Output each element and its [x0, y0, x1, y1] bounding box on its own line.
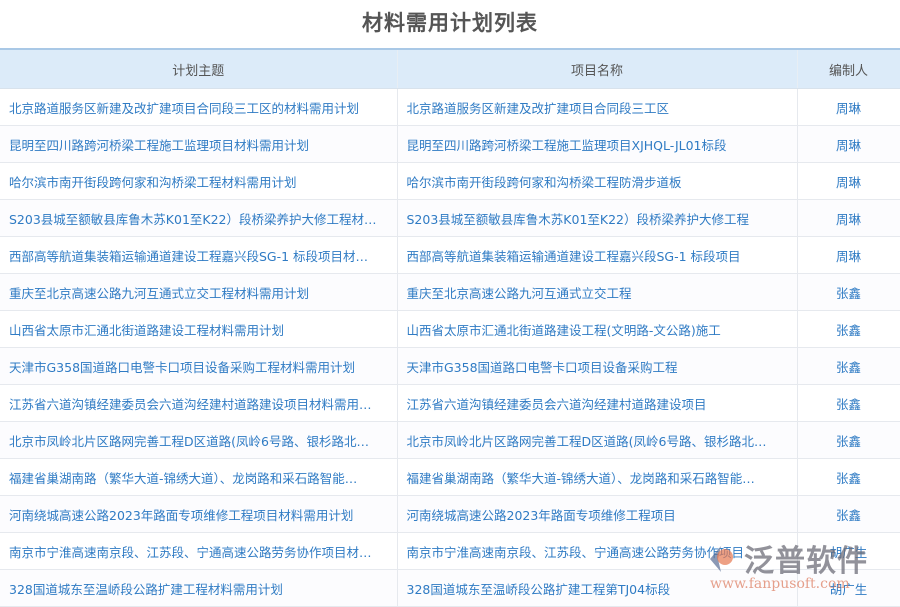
- cell-author[interactable]: 张鑫: [797, 348, 900, 385]
- cell-author[interactable]: 张鑫: [797, 274, 900, 311]
- cell-author[interactable]: 胡广生: [797, 570, 900, 607]
- cell-project-name[interactable]: S203县城至额敏县库鲁木苏K01至K22）段桥梁养护大修工程: [397, 200, 797, 237]
- cell-project-name[interactable]: 重庆至北京高速公路九河互通式立交工程: [397, 274, 797, 311]
- cell-project-name[interactable]: 天津市G358国道路口电警卡口项目设备采购工程: [397, 348, 797, 385]
- table-row[interactable]: 福建省巢湖南路（繁华大道-锦绣大道）、龙岗路和采石路智能…福建省巢湖南路（繁华大…: [0, 459, 900, 496]
- cell-plan-subject[interactable]: 哈尔滨市南开街段跨何家和沟桥梁工程材料需用计划: [0, 163, 397, 200]
- cell-author[interactable]: 周琳: [797, 200, 900, 237]
- cell-plan-subject[interactable]: 昆明至四川路跨河桥梁工程施工监理项目材料需用计划: [0, 126, 397, 163]
- column-header-project[interactable]: 项目名称: [397, 49, 797, 89]
- table-header-row: 计划主题 项目名称 编制人: [0, 49, 900, 89]
- cell-plan-subject[interactable]: S203县城至额敏县库鲁木苏K01至K22）段桥梁养护大修工程材…: [0, 200, 397, 237]
- table-row[interactable]: 南京市宁淮高速南京段、江苏段、宁通高速公路劳务协作项目材…南京市宁淮高速南京段、…: [0, 533, 900, 570]
- cell-plan-subject[interactable]: 西部高等航道集装箱运输通道建设工程嘉兴段SG-1 标段项目材…: [0, 237, 397, 274]
- cell-author[interactable]: 张鑫: [797, 459, 900, 496]
- cell-author[interactable]: 胡广生: [797, 533, 900, 570]
- cell-author[interactable]: 周琳: [797, 237, 900, 274]
- cell-plan-subject[interactable]: 328国道城东至温峤段公路扩建工程材料需用计划: [0, 570, 397, 607]
- cell-project-name[interactable]: 北京市凤岭北片区路网完善工程D区道路(凤岭6号路、银杉路北…: [397, 422, 797, 459]
- cell-author[interactable]: 张鑫: [797, 311, 900, 348]
- cell-plan-subject[interactable]: 北京路道服务区新建及改扩建项目合同段三工区的材料需用计划: [0, 89, 397, 126]
- table-row[interactable]: 江苏省六道沟镇经建委员会六道沟经建村道路建设项目材料需用…江苏省六道沟镇经建委员…: [0, 385, 900, 422]
- cell-author[interactable]: 张鑫: [797, 496, 900, 533]
- cell-project-name[interactable]: 江苏省六道沟镇经建委员会六道沟经建村道路建设项目: [397, 385, 797, 422]
- cell-plan-subject[interactable]: 福建省巢湖南路（繁华大道-锦绣大道）、龙岗路和采石路智能…: [0, 459, 397, 496]
- cell-plan-subject[interactable]: 江苏省六道沟镇经建委员会六道沟经建村道路建设项目材料需用…: [0, 385, 397, 422]
- cell-author[interactable]: 周琳: [797, 126, 900, 163]
- column-header-subject[interactable]: 计划主题: [0, 49, 397, 89]
- cell-project-name[interactable]: 西部高等航道集装箱运输通道建设工程嘉兴段SG-1 标段项目: [397, 237, 797, 274]
- cell-author[interactable]: 张鑫: [797, 385, 900, 422]
- material-plan-table: 计划主题 项目名称 编制人 北京路道服务区新建及改扩建项目合同段三工区的材料需用…: [0, 48, 900, 607]
- table-row[interactable]: 重庆至北京高速公路九河互通式立交工程材料需用计划重庆至北京高速公路九河互通式立交…: [0, 274, 900, 311]
- cell-author[interactable]: 周琳: [797, 163, 900, 200]
- cell-project-name[interactable]: 哈尔滨市南开街段跨何家和沟桥梁工程防滑步道板: [397, 163, 797, 200]
- cell-author[interactable]: 周琳: [797, 89, 900, 126]
- cell-project-name[interactable]: 南京市宁淮高速南京段、江苏段、宁通高速公路劳务协作项目: [397, 533, 797, 570]
- cell-plan-subject[interactable]: 北京市凤岭北片区路网完善工程D区道路(凤岭6号路、银杉路北…: [0, 422, 397, 459]
- cell-project-name[interactable]: 山西省太原市汇通北街道路建设工程(文明路-文公路)施工: [397, 311, 797, 348]
- cell-plan-subject[interactable]: 河南绕城高速公路2023年路面专项维修工程项目材料需用计划: [0, 496, 397, 533]
- table-row[interactable]: 山西省太原市汇通北街道路建设工程材料需用计划山西省太原市汇通北街道路建设工程(文…: [0, 311, 900, 348]
- table-row[interactable]: 328国道城东至温峤段公路扩建工程材料需用计划328国道城东至温峤段公路扩建工程…: [0, 570, 900, 607]
- table-row[interactable]: 哈尔滨市南开街段跨何家和沟桥梁工程材料需用计划哈尔滨市南开街段跨何家和沟桥梁工程…: [0, 163, 900, 200]
- table-row[interactable]: 河南绕城高速公路2023年路面专项维修工程项目材料需用计划河南绕城高速公路202…: [0, 496, 900, 533]
- table-row[interactable]: 昆明至四川路跨河桥梁工程施工监理项目材料需用计划昆明至四川路跨河桥梁工程施工监理…: [0, 126, 900, 163]
- cell-plan-subject[interactable]: 南京市宁淮高速南京段、江苏段、宁通高速公路劳务协作项目材…: [0, 533, 397, 570]
- cell-project-name[interactable]: 昆明至四川路跨河桥梁工程施工监理项目XJHQL-JL01标段: [397, 126, 797, 163]
- cell-plan-subject[interactable]: 天津市G358国道路口电警卡口项目设备采购工程材料需用计划: [0, 348, 397, 385]
- table-row[interactable]: S203县城至额敏县库鲁木苏K01至K22）段桥梁养护大修工程材…S203县城至…: [0, 200, 900, 237]
- table-row[interactable]: 北京市凤岭北片区路网完善工程D区道路(凤岭6号路、银杉路北…北京市凤岭北片区路网…: [0, 422, 900, 459]
- table-row[interactable]: 天津市G358国道路口电警卡口项目设备采购工程材料需用计划天津市G358国道路口…: [0, 348, 900, 385]
- cell-author[interactable]: 张鑫: [797, 422, 900, 459]
- cell-project-name[interactable]: 328国道城东至温峤段公路扩建工程第TJ04标段: [397, 570, 797, 607]
- column-header-person[interactable]: 编制人: [797, 49, 900, 89]
- cell-project-name[interactable]: 福建省巢湖南路（繁华大道-锦绣大道）、龙岗路和采石路智能…: [397, 459, 797, 496]
- cell-project-name[interactable]: 河南绕城高速公路2023年路面专项维修工程项目: [397, 496, 797, 533]
- page-title: 材料需用计划列表: [0, 0, 900, 48]
- cell-plan-subject[interactable]: 重庆至北京高速公路九河互通式立交工程材料需用计划: [0, 274, 397, 311]
- table-row[interactable]: 北京路道服务区新建及改扩建项目合同段三工区的材料需用计划北京路道服务区新建及改扩…: [0, 89, 900, 126]
- cell-plan-subject[interactable]: 山西省太原市汇通北街道路建设工程材料需用计划: [0, 311, 397, 348]
- table-row[interactable]: 西部高等航道集装箱运输通道建设工程嘉兴段SG-1 标段项目材…西部高等航道集装箱…: [0, 237, 900, 274]
- cell-project-name[interactable]: 北京路道服务区新建及改扩建项目合同段三工区: [397, 89, 797, 126]
